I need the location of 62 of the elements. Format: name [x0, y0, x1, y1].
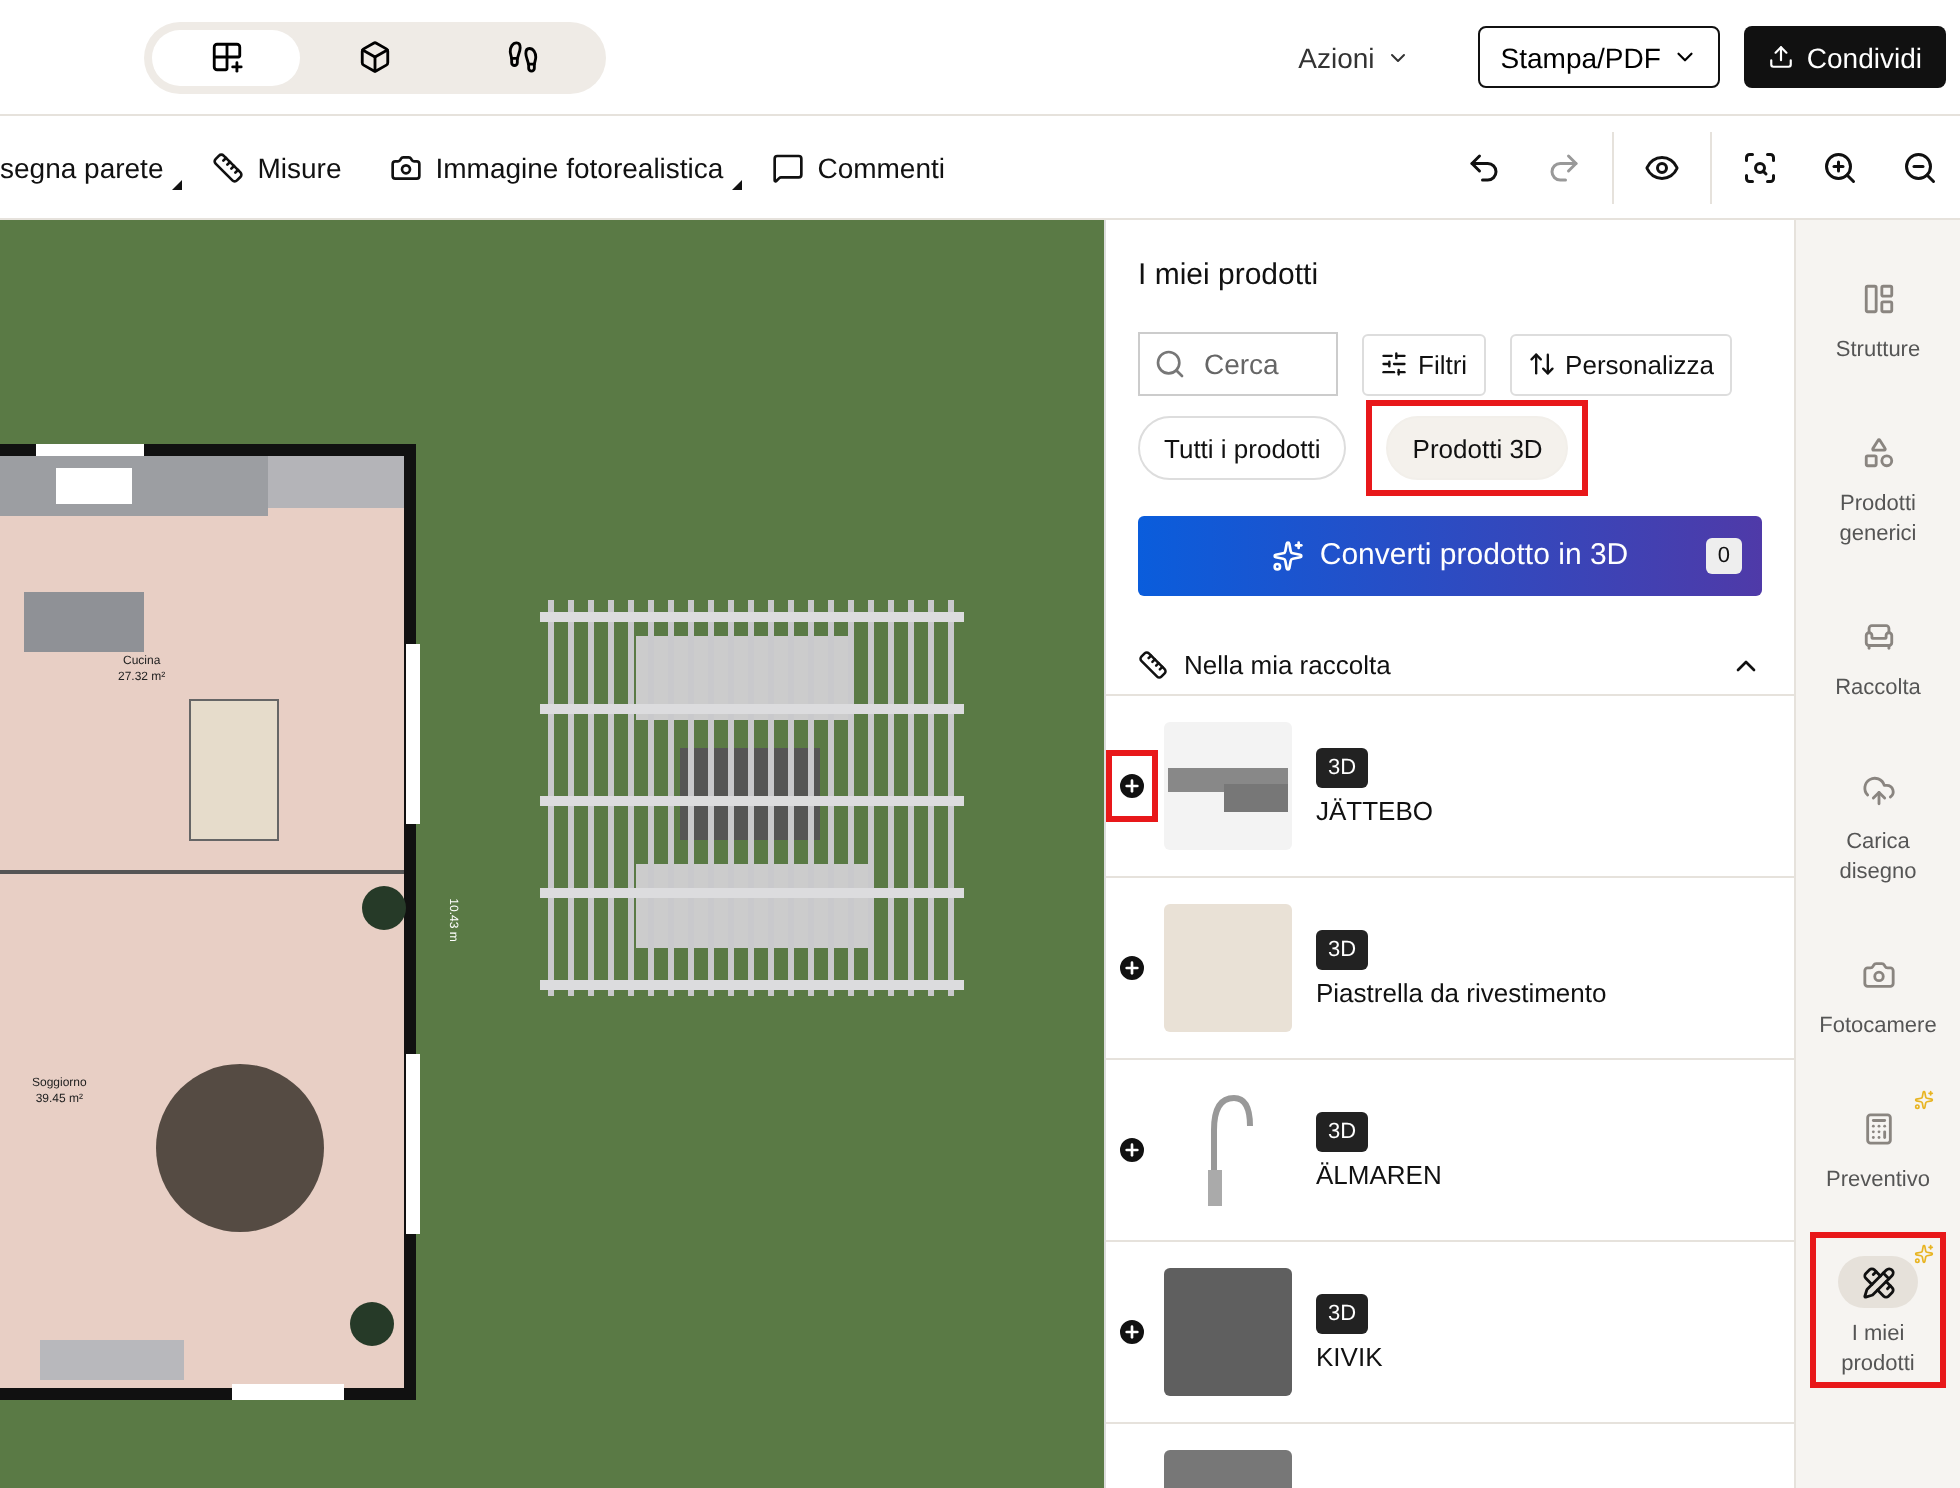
product-photo: [1164, 1268, 1292, 1396]
add-icon[interactable]: [1116, 1134, 1148, 1166]
rail-item[interactable]: Carica disegno: [1810, 748, 1946, 888]
3d-badge: 3D: [1316, 929, 1369, 969]
footprints-icon: [506, 40, 541, 74]
highlight-frame: [1106, 750, 1158, 822]
tool-button[interactable]: Immagine fotorealistica: [365, 127, 748, 207]
sparkle-icon: [1271, 540, 1304, 572]
view-toggle[interactable]: [152, 29, 301, 85]
calculator-icon: [1861, 1111, 1895, 1145]
sparkle-icon: [1914, 1090, 1934, 1110]
tool-button[interactable]: Commenti: [747, 127, 969, 207]
tool-button[interactable]: segna parete: [0, 127, 188, 207]
search-field[interactable]: Cerca: [1138, 332, 1338, 396]
panel-title: I miei prodotti: [1136, 256, 1321, 296]
product-name: ÄLMAREN: [1316, 1159, 1442, 1189]
layout-icon: [1861, 281, 1895, 315]
3d-badge: 3D: [1316, 1111, 1369, 1151]
rail-item[interactable]: Raccolta: [1810, 594, 1946, 704]
ruler-icon: [211, 151, 244, 183]
tool-button[interactable]: Misure: [187, 127, 366, 207]
cube-icon: [357, 40, 392, 74]
product-photo: [1164, 904, 1292, 1032]
cloud-upload-icon: [1861, 773, 1895, 807]
add-icon[interactable]: [1116, 1316, 1148, 1348]
search-icon: [1154, 348, 1186, 380]
shapes-icon: [1861, 435, 1895, 469]
comment-icon: [771, 151, 804, 183]
3d-badge: 3D: [1316, 1293, 1369, 1333]
camera-icon: [389, 151, 422, 183]
product-name: JÄTTEBO: [1316, 795, 1434, 825]
3d-badge: 3D: [1316, 747, 1369, 787]
collection-header[interactable]: Nella mia raccolta: [1106, 636, 1794, 696]
rail-item[interactable]: Preventivo: [1810, 1086, 1946, 1196]
armchair-icon: [1861, 619, 1895, 653]
actions-menu[interactable]: Azioni: [1286, 39, 1423, 75]
pencil-ruler-icon: [1861, 1265, 1895, 1299]
floor-plan-icon: [209, 40, 244, 74]
tools-icon: [1138, 650, 1168, 680]
convert-button[interactable]: Converti prodotto in 3D 0: [1138, 516, 1762, 596]
rail-item[interactable]: Strutture: [1810, 256, 1946, 366]
filter-chip[interactable]: Tutti i prodotti: [1138, 416, 1347, 480]
dropdown-corner-icon: [731, 179, 742, 189]
rail-item[interactable]: Fotocamere: [1810, 932, 1946, 1042]
sliders-icon: [1380, 350, 1408, 378]
rail-item[interactable]: I miei prodotti: [1810, 1240, 1946, 1380]
print-button[interactable]: Stampa/PDF: [1478, 26, 1721, 88]
count-badge: 0: [1705, 538, 1742, 574]
product-name: KIVIK: [1316, 1341, 1383, 1371]
share-button[interactable]: Condividi: [1744, 26, 1946, 88]
share-icon: [1768, 44, 1795, 70]
filter-chip[interactable]: Prodotti 3D: [1386, 416, 1569, 480]
add-icon[interactable]: [1116, 770, 1148, 802]
camera-icon: [1861, 957, 1895, 991]
product-name: Piastrella da rivestimento: [1316, 977, 1607, 1007]
rail-item[interactable]: Prodotti generici: [1810, 410, 1946, 550]
filter-button[interactable]: Filtri: [1362, 333, 1486, 395]
customize-button[interactable]: Personalizza: [1509, 333, 1732, 395]
dropdown-corner-icon: [171, 179, 182, 189]
sort-icon: [1527, 350, 1556, 378]
sparkle-icon: [1914, 1244, 1934, 1264]
add-icon[interactable]: [1116, 952, 1148, 984]
